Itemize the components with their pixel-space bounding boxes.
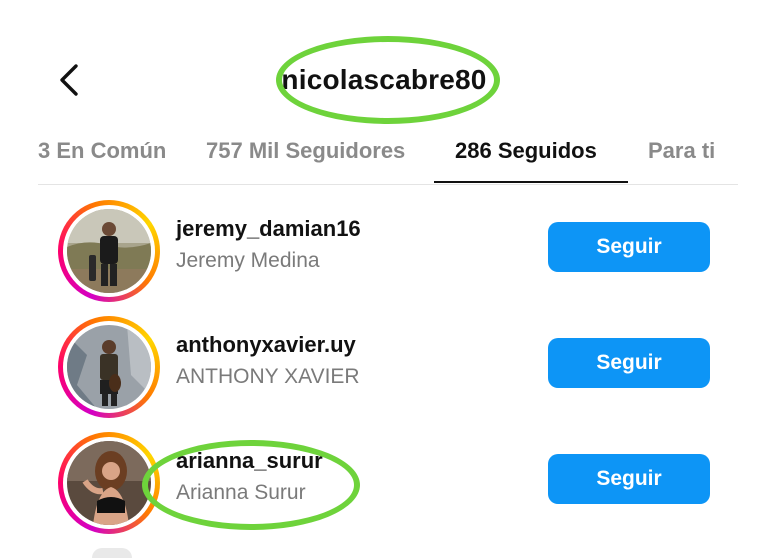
list-item[interactable]: jeremy_damian16 Jeremy Medina Seguir bbox=[0, 194, 768, 306]
username[interactable]: jeremy_damian16 bbox=[176, 216, 361, 242]
active-tab-indicator bbox=[434, 181, 628, 183]
profile-username-title: nicolascabre80 bbox=[281, 64, 487, 95]
story-ring[interactable] bbox=[58, 316, 160, 418]
story-ring[interactable] bbox=[58, 200, 160, 302]
avatar bbox=[67, 441, 151, 525]
avatar bbox=[67, 325, 151, 409]
next-avatar-peek bbox=[92, 548, 132, 558]
list-item[interactable]: anthonyxavier.uy ANTHONY XAVIER Seguir bbox=[0, 310, 768, 422]
username[interactable]: anthonyxavier.uy bbox=[176, 332, 356, 358]
full-name: Arianna Surur bbox=[176, 481, 306, 504]
tab-following[interactable]: 286 Seguidos bbox=[455, 138, 597, 164]
follow-button[interactable]: Seguir bbox=[548, 454, 710, 504]
tab-mutual[interactable]: 3 En Común bbox=[38, 138, 166, 164]
profile-header: nicolascabre80 bbox=[0, 0, 768, 124]
list-item[interactable]: arianna_surur Arianna Surur Seguir bbox=[0, 426, 768, 538]
follow-button[interactable]: Seguir bbox=[548, 222, 710, 272]
username[interactable]: arianna_surur bbox=[176, 448, 323, 474]
story-ring[interactable] bbox=[58, 432, 160, 534]
follow-button[interactable]: Seguir bbox=[548, 338, 710, 388]
tabs-divider bbox=[38, 184, 738, 185]
full-name: Jeremy Medina bbox=[176, 249, 320, 272]
avatar bbox=[67, 209, 151, 293]
tab-followers[interactable]: 757 Mil Seguidores bbox=[206, 138, 405, 164]
tab-suggested[interactable]: Para ti bbox=[648, 138, 715, 164]
full-name: ANTHONY XAVIER bbox=[176, 365, 360, 388]
follow-tabs: 3 En Común 757 Mil Seguidores 286 Seguid… bbox=[0, 130, 768, 186]
